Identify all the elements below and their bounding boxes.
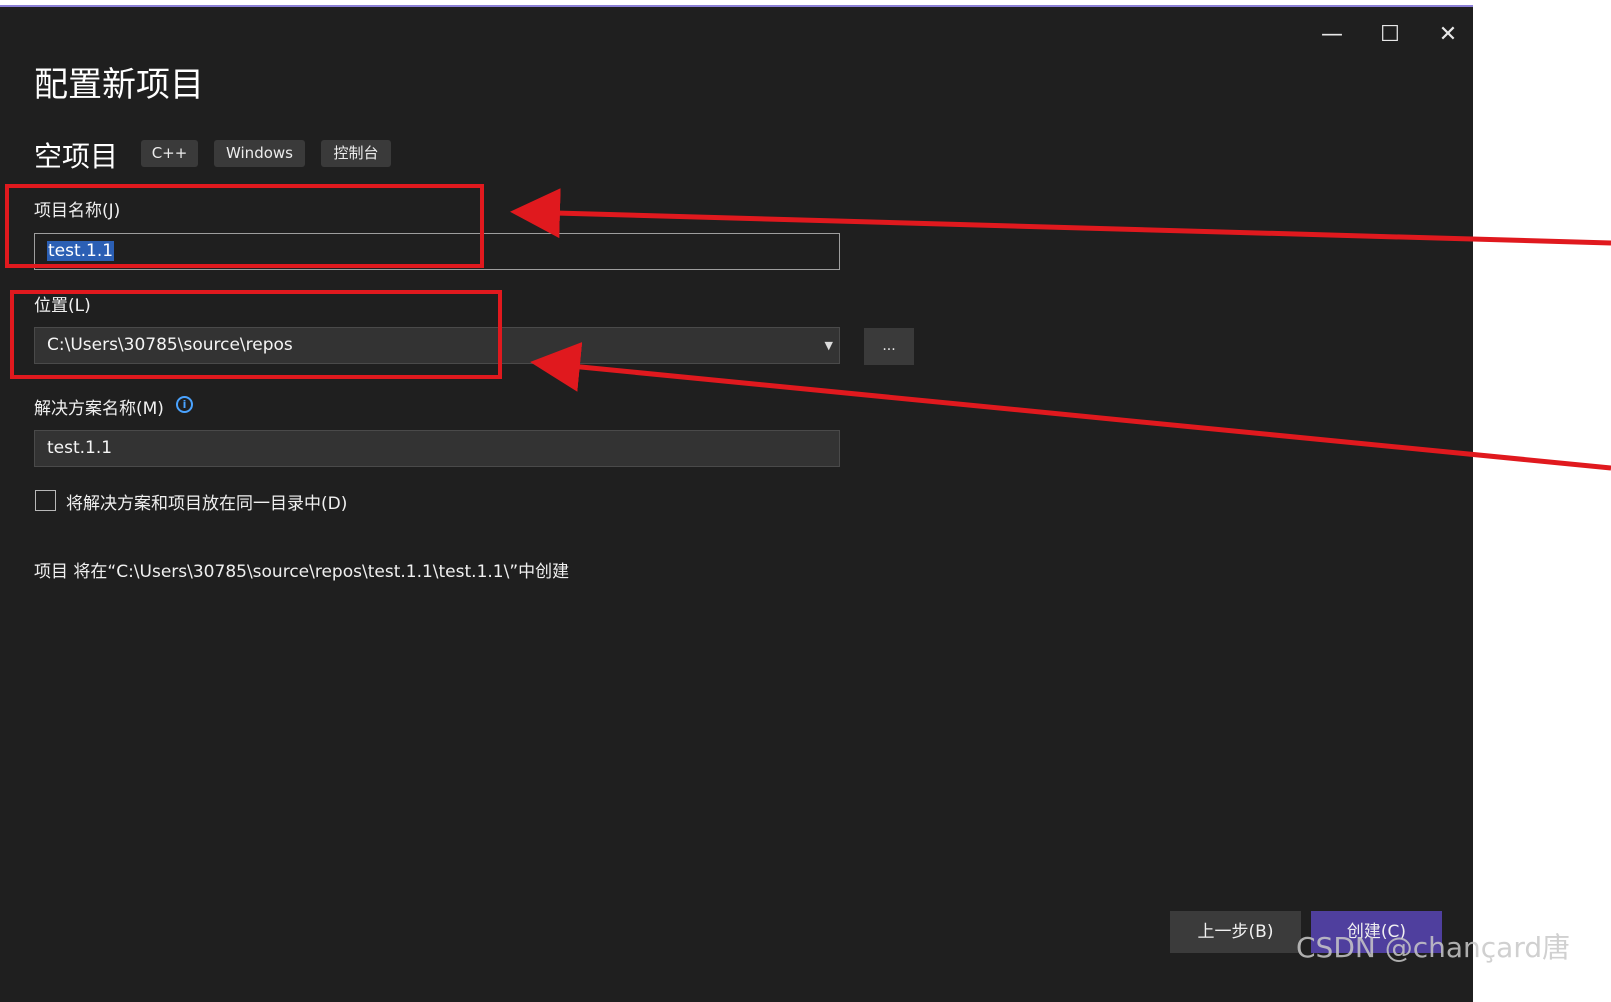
- watermark: CSDN @chançard唐: [1296, 931, 1571, 964]
- arrow-to-location: [530, 342, 1611, 471]
- arrow-to-project-name: [510, 188, 1611, 246]
- annotation-arrows: [510, 188, 1611, 471]
